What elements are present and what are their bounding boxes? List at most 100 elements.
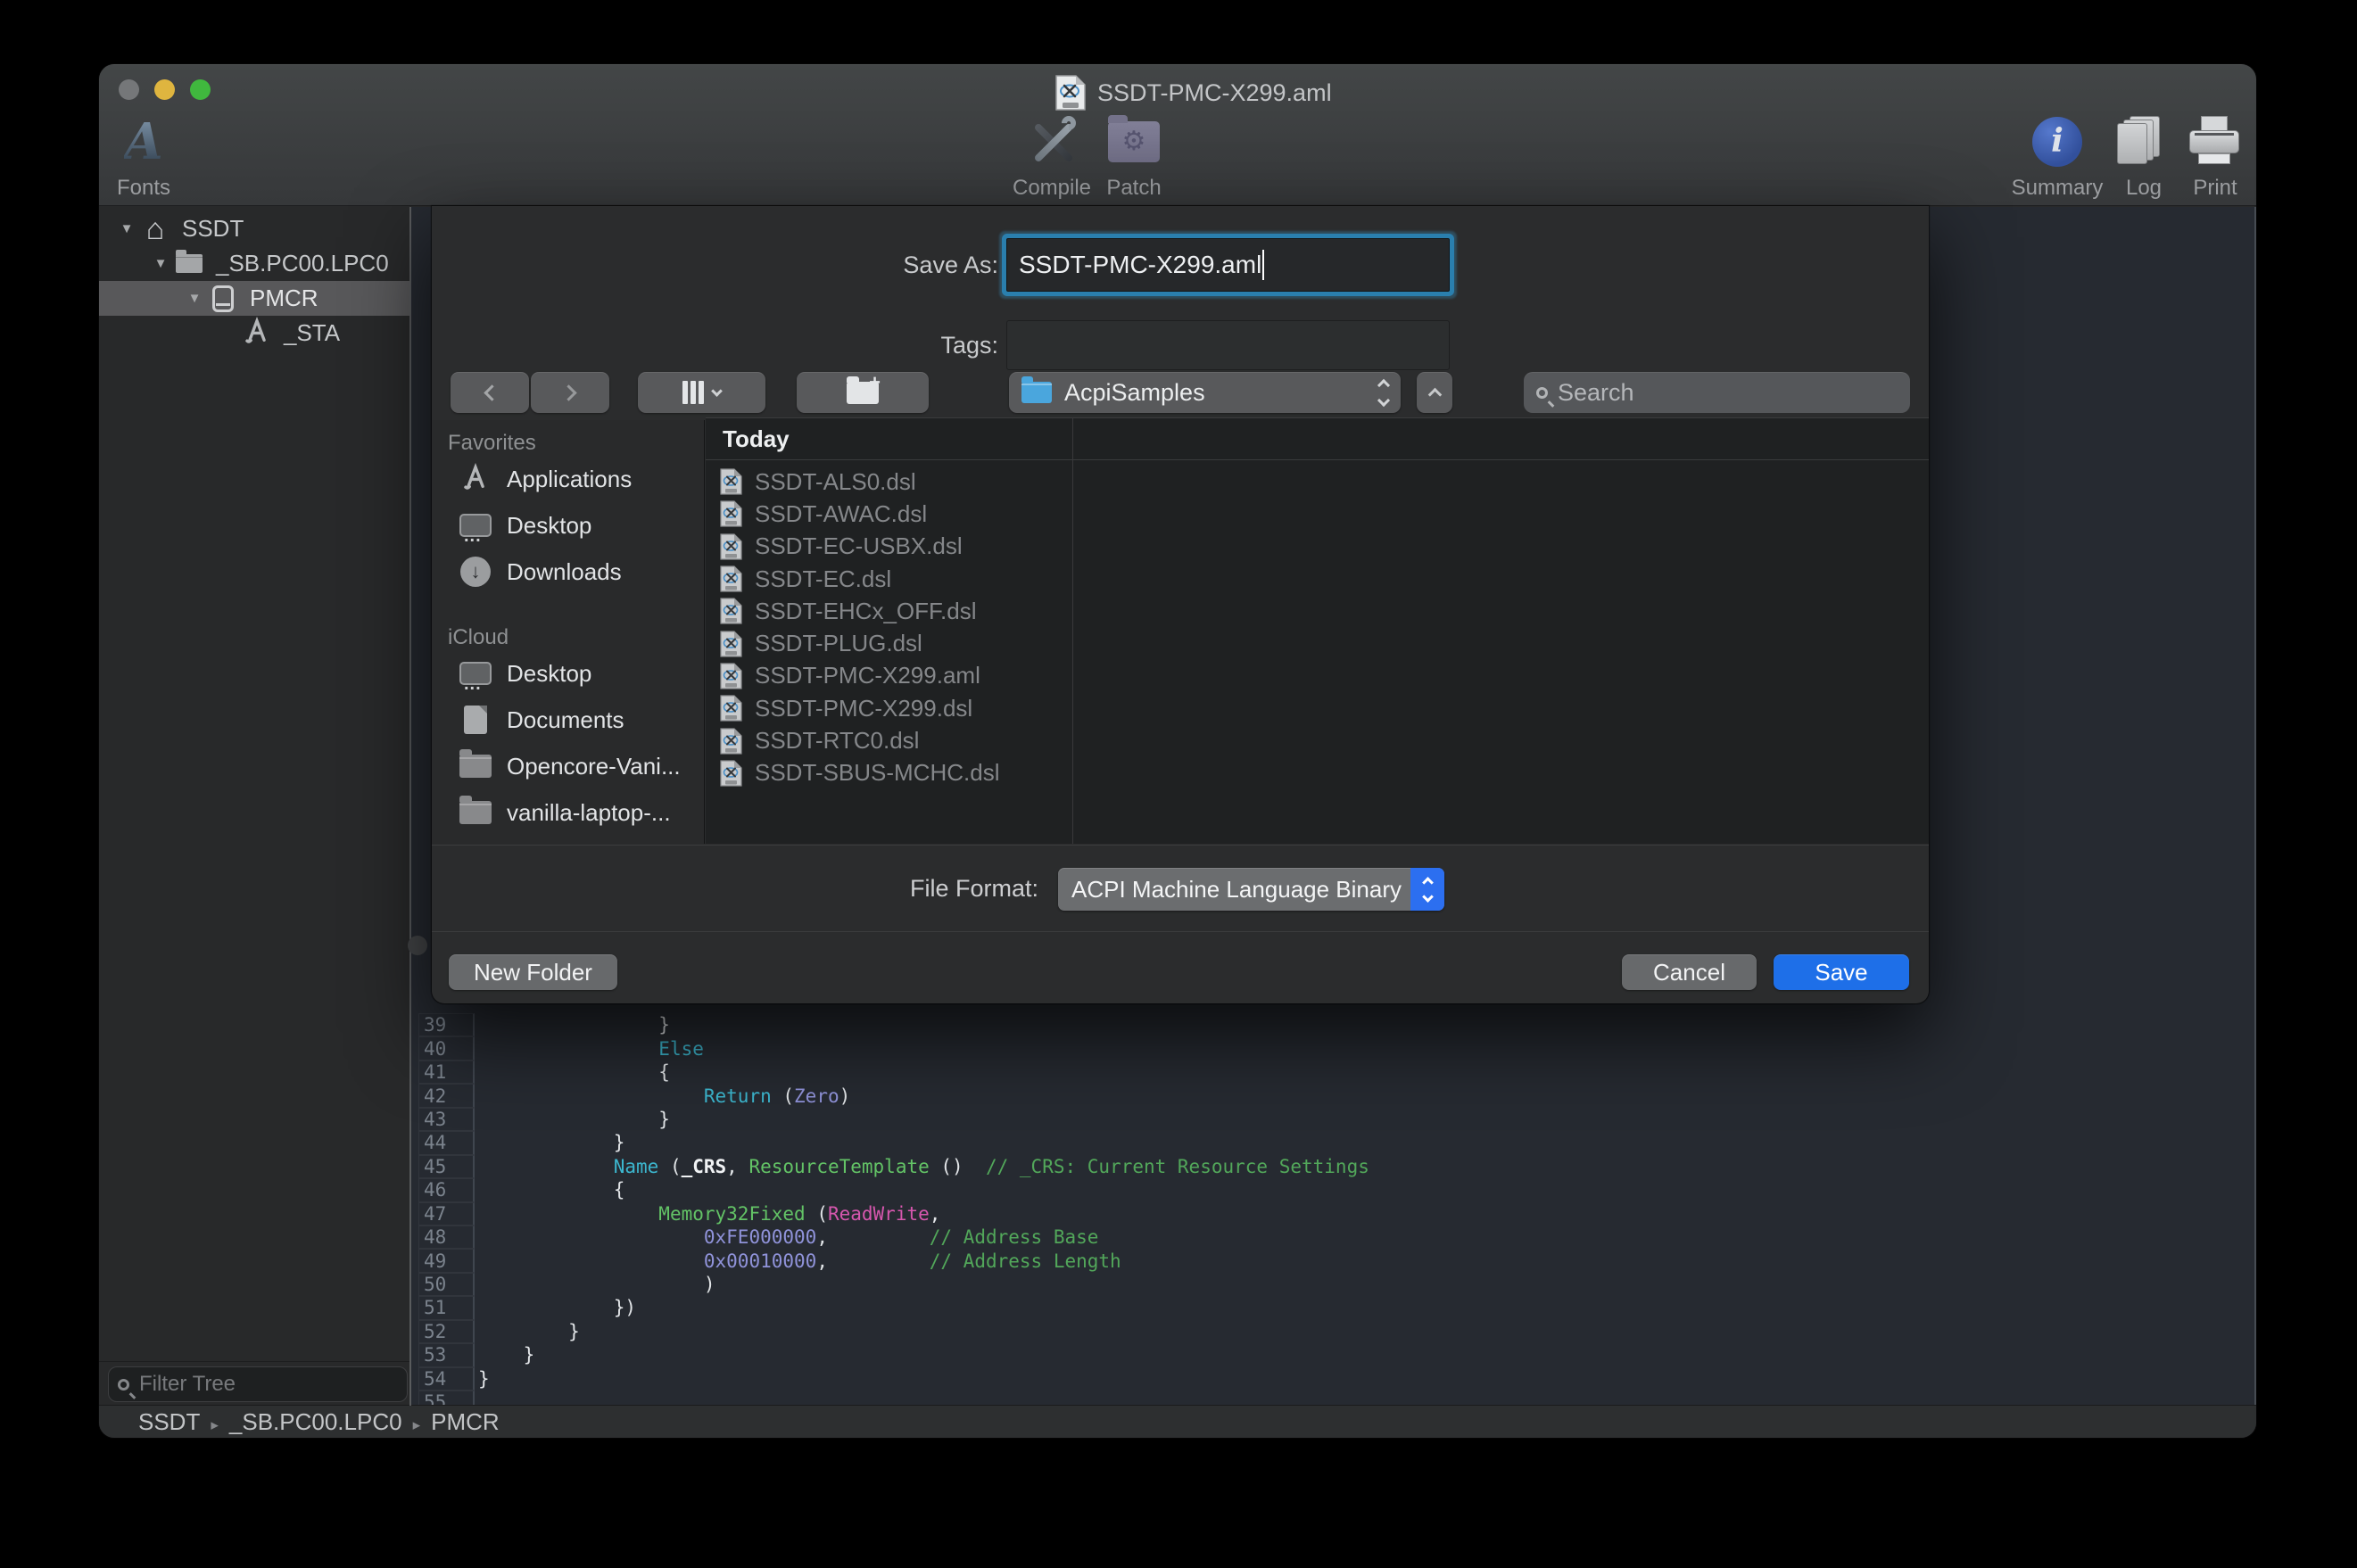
document-icon	[720, 760, 742, 787]
file-item[interactable]: SSDT-SBUS-MCHC.dsl	[706, 757, 1072, 789]
file-name: SSDT-PMC-X299.dsl	[755, 695, 972, 722]
code-line[interactable]: 40 Else	[418, 1036, 2254, 1060]
places-item-label: Opencore-Vani...	[507, 753, 681, 780]
code-line[interactable]: 42 Return (Zero)	[418, 1084, 2254, 1107]
code-text: Return (Zero)	[475, 1085, 850, 1107]
search-field[interactable]	[1524, 372, 1910, 413]
dialog-buttons-row: New Folder Cancel Save	[432, 931, 1929, 1003]
search-input[interactable]	[1556, 378, 1898, 408]
file-item[interactable]: SSDT-PLUG.dsl	[706, 627, 1072, 659]
splitter-handle-icon[interactable]	[408, 936, 427, 955]
code-line[interactable]: 39 }	[418, 1013, 2254, 1036]
file-item[interactable]: SSDT-EC.dsl	[706, 563, 1072, 595]
code-text: )	[475, 1274, 715, 1295]
folder-icon	[176, 254, 203, 273]
file-item[interactable]: SSDT-PMC-X299.aml	[706, 660, 1072, 692]
popup-chevrons-icon	[1379, 381, 1388, 405]
file-item[interactable]: SSDT-EC-USBX.dsl	[706, 531, 1072, 563]
code-line[interactable]: 53 }	[418, 1343, 2254, 1366]
tree-row-label: _STA	[284, 319, 340, 347]
breadcrumb-segment[interactable]: SSDT	[138, 1408, 200, 1435]
places-item-label: Downloads	[507, 558, 622, 586]
disclosure-triangle-icon[interactable]: ▼	[113, 221, 140, 236]
code-line[interactable]: 43 }	[418, 1108, 2254, 1131]
code-line[interactable]: 45 Name (_CRS, ResourceTemplate () // _C…	[418, 1155, 2254, 1178]
file-item[interactable]: SSDT-AWAC.dsl	[706, 498, 1072, 530]
file-item[interactable]: SSDT-PMC-X299.dsl	[706, 692, 1072, 724]
tree-row-PMCR[interactable]: ▼PMCR	[99, 281, 409, 316]
desktop-icon	[459, 514, 492, 537]
app-window: SSDT-PMC-X299.aml AFontsCompile⚙PatchiSu…	[98, 63, 2257, 1439]
line-number: 52	[418, 1320, 475, 1343]
code-line[interactable]: 44 }	[418, 1131, 2254, 1154]
line-number: 46	[418, 1178, 475, 1201]
places-item-Opencore-Vani-[interactable]: Opencore-Vani...	[432, 743, 704, 789]
breadcrumb-segment[interactable]: PMCR	[431, 1408, 500, 1435]
save-button[interactable]: Save	[1774, 954, 1909, 990]
save-as-field[interactable]: SSDT-PMC-X299.aml	[1006, 238, 1450, 292]
file-item[interactable]: SSDT-ALS0.dsl	[706, 466, 1072, 498]
filter-tree-input[interactable]	[137, 1371, 418, 1398]
forward-button[interactable]	[531, 372, 609, 413]
code-text: 0xFE000000, // Address Base	[475, 1226, 1098, 1248]
status-bar: SSDT▸_SB.PC00.LPC0▸PMCR	[99, 1405, 2256, 1438]
disclosure-triangle-icon[interactable]: ▼	[147, 256, 174, 271]
places-item-Downloads[interactable]: Downloads	[432, 549, 704, 595]
file-format-popup[interactable]: ACPI Machine Language Binary	[1058, 868, 1444, 911]
close-button[interactable]	[119, 79, 139, 100]
places-item-Desktop[interactable]: Desktop	[432, 650, 704, 697]
chevron-right-icon	[560, 384, 576, 400]
zoom-button[interactable]	[190, 79, 211, 100]
code-line[interactable]: 49 0x00010000, // Address Length	[418, 1249, 2254, 1272]
back-button[interactable]	[451, 372, 529, 413]
location-popup[interactable]: AcpiSamples	[1009, 372, 1401, 413]
code-line[interactable]: 48 0xFE000000, // Address Base	[418, 1226, 2254, 1249]
code-line[interactable]: 54}	[418, 1367, 2254, 1391]
print-icon	[2189, 116, 2241, 168]
file-item[interactable]: SSDT-EHCx_OFF.dsl	[706, 595, 1072, 627]
code-line[interactable]: 51 })	[418, 1296, 2254, 1319]
toolbar: SSDT-PMC-X299.aml AFontsCompile⚙PatchiSu…	[99, 64, 2256, 206]
code-line[interactable]: 47 Memory32Fixed (ReadWrite,	[418, 1202, 2254, 1226]
tags-field[interactable]	[1006, 320, 1450, 370]
new-folder-button[interactable]: New Folder	[449, 954, 617, 990]
line-number: 49	[418, 1249, 475, 1272]
places-item-vanilla-laptop-[interactable]: vanilla-laptop-...	[432, 789, 704, 836]
desktop-icon	[459, 662, 492, 685]
toolbar-item-print[interactable]: Print	[2130, 112, 2257, 201]
code-text: })	[475, 1297, 636, 1318]
tree-row-SSDT[interactable]: ▼⌂SSDT	[99, 211, 409, 246]
minimize-button[interactable]	[154, 79, 175, 100]
line-number: 40	[418, 1036, 475, 1060]
code-line[interactable]: 41 {	[418, 1060, 2254, 1084]
places-item-Documents[interactable]: Documents	[432, 697, 704, 743]
file-item[interactable]: SSDT-RTC0.dsl	[706, 724, 1072, 756]
places-item-Applications[interactable]: Applications	[432, 456, 704, 502]
cancel-button[interactable]: Cancel	[1622, 954, 1757, 990]
breadcrumb-segment[interactable]: _SB.PC00.LPC0	[229, 1408, 402, 1435]
tree-row--STA[interactable]: _STA	[99, 316, 409, 351]
pane-splitter[interactable]	[409, 207, 411, 1406]
line-number: 39	[418, 1013, 475, 1036]
traffic-lights	[119, 79, 211, 100]
tree-row--SB-PC00-LPC0[interactable]: ▼_SB.PC00.LPC0	[99, 246, 409, 281]
filter-tree-field[interactable]	[108, 1366, 408, 1402]
collapse-sheet-button[interactable]	[1417, 372, 1452, 413]
new-folder-icon-button[interactable]	[797, 372, 929, 413]
line-number: 51	[418, 1296, 475, 1319]
places-item-label: Desktop	[507, 660, 591, 688]
code-line[interactable]: 50 )	[418, 1273, 2254, 1296]
code-line[interactable]: 55	[418, 1391, 2254, 1406]
disclosure-triangle-icon[interactable]: ▼	[181, 291, 208, 306]
places-item-Desktop[interactable]: Desktop	[432, 502, 704, 549]
toolbar-item-patch[interactable]: ⚙Patch	[1049, 112, 1219, 201]
code-text: Name (_CRS, ResourceTemplate () // _CRS:…	[475, 1156, 1369, 1177]
view-mode-button[interactable]	[638, 372, 765, 413]
tree-sidebar: ▼⌂SSDT▼_SB.PC00.LPC0▼PMCR _STA	[99, 207, 409, 1406]
toolbar-item-fonts[interactable]: AFonts	[98, 112, 228, 201]
breadcrumb-separator-icon: ▸	[211, 1416, 219, 1433]
file-format-value: ACPI Machine Language Binary	[1071, 876, 1402, 904]
code-line[interactable]: 52 }	[418, 1320, 2254, 1343]
code-line[interactable]: 46 {	[418, 1178, 2254, 1201]
places-section-title: Favorites	[432, 420, 704, 456]
